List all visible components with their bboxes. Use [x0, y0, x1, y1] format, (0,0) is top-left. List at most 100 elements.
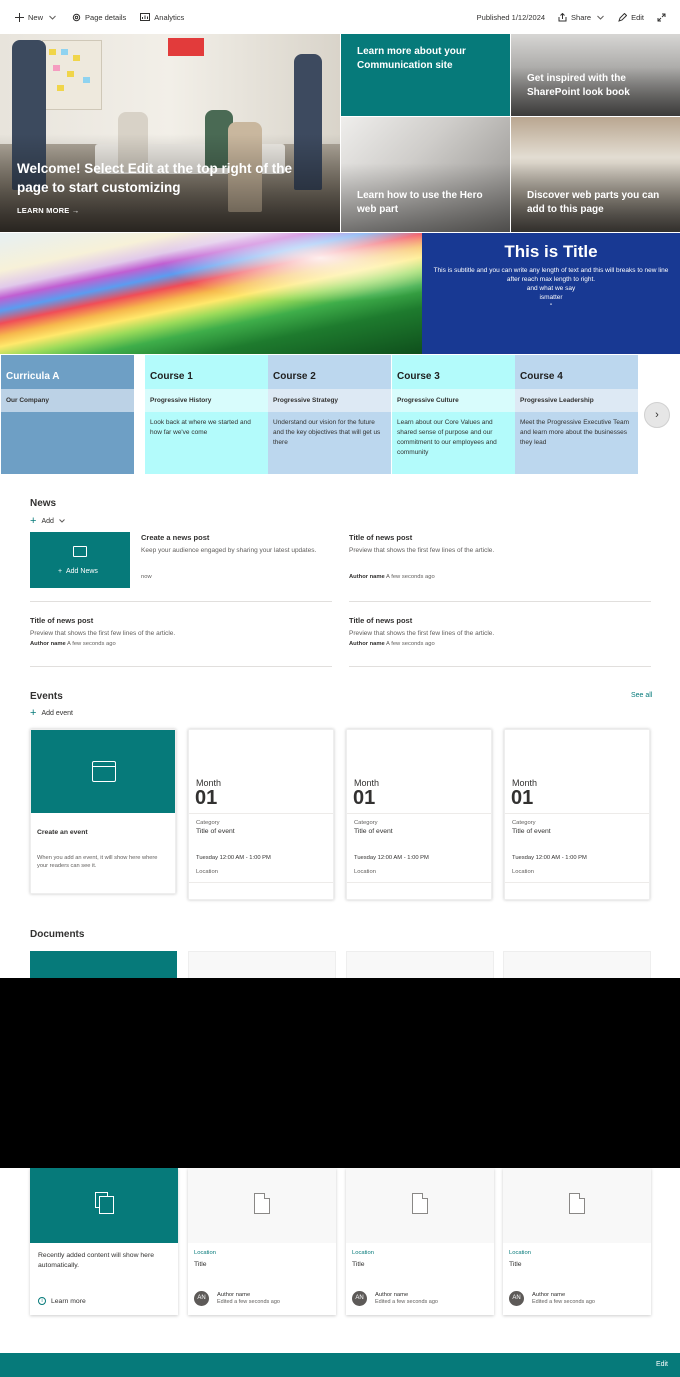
document-location[interactable]: Location [352, 1250, 374, 1256]
create-event-card[interactable]: Create an event When you add an event, i… [30, 729, 176, 894]
divider [30, 666, 332, 667]
event-title: Title of event [196, 828, 235, 835]
documents-icon [95, 1192, 114, 1214]
event-card[interactable]: Month 01 Category Title of event Tuesday… [346, 729, 492, 900]
news-title: Title of news post [349, 533, 413, 542]
edit-label: Edit [631, 12, 644, 22]
curricula-company: Our Company [1, 389, 134, 412]
add-news-label: Add News [65, 568, 98, 575]
hero-tile-label: Learn more about your Communication site [357, 46, 466, 71]
news-description: Preview that shows the first few lines o… [30, 630, 176, 637]
share-button[interactable]: Share [557, 12, 605, 22]
event-location: Location [354, 869, 376, 875]
course-card[interactable]: Course 4 Progressive Leadership Meet the… [515, 355, 638, 474]
document-location[interactable]: Location [194, 1250, 216, 1256]
event-category: Category [196, 820, 220, 826]
news-time: A few seconds ago [67, 641, 116, 647]
footer-edit-button[interactable]: Edit [656, 1361, 668, 1368]
event-time: Tuesday 12:00 AM - 1:00 PM [512, 855, 587, 861]
divider [349, 601, 651, 602]
redacted-area [0, 978, 680, 1168]
share-icon [557, 12, 567, 22]
chevron-down-icon [595, 12, 605, 22]
carousel-next-button[interactable]: › [644, 402, 670, 428]
news-post[interactable]: Title of news post Preview that shows th… [349, 616, 649, 647]
add-news-tile[interactable]: + Add News [30, 532, 130, 588]
banner-subtitle-line2: and what we say [526, 285, 576, 292]
course-title: Course 4 [520, 371, 563, 382]
document-card-top [188, 951, 336, 979]
events-see-all-link[interactable]: See all [631, 692, 652, 699]
hero-image-board [42, 40, 102, 110]
plus-icon: + [30, 707, 37, 719]
plus-icon: + [30, 515, 37, 527]
course-card[interactable]: Course 3 Progressive Culture Learn about… [392, 355, 515, 474]
event-day: 01 [195, 787, 218, 809]
divider [349, 666, 651, 667]
hero-main-tile[interactable]: Welcome! Select Edit at the top right of… [0, 34, 340, 232]
news-post[interactable]: Title of news post Preview that shows th… [30, 616, 330, 647]
hero-tile-label: Learn how to use the Hero web part [357, 190, 483, 215]
news-author: Author name [349, 574, 385, 580]
hero-tile-label: Discover web parts you can add to this p… [527, 190, 660, 215]
document-author: Author name [532, 1292, 566, 1298]
plus-icon [14, 12, 24, 22]
document-card-top [30, 951, 177, 979]
hero-tile-webparts[interactable]: Discover web parts you can add to this p… [511, 117, 680, 232]
news-title: Title of news post [349, 616, 413, 625]
event-card[interactable]: Month 01 Category Title of event Tuesday… [504, 729, 650, 900]
documents-recent-text: Recently added content will show here au… [38, 1252, 154, 1269]
expand-button[interactable] [656, 12, 666, 22]
news-add-button[interactable]: + Add [30, 515, 65, 527]
hero-image-lamp [168, 38, 204, 56]
create-news-post[interactable]: Create a news post Keep your audience en… [141, 533, 341, 580]
documents-learn-more-link[interactable]: i Learn more [38, 1297, 86, 1305]
gear-icon [71, 12, 81, 22]
share-label: Share [571, 12, 592, 22]
news-time: A few seconds ago [386, 574, 435, 580]
news-description: Keep your audience engaged by sharing yo… [141, 547, 317, 554]
hero-tile-hero-webpart[interactable]: Learn how to use the Hero web part [341, 117, 510, 232]
document-card[interactable]: Location Title AN Author name Edited a f… [346, 1168, 494, 1315]
new-button[interactable]: New [14, 12, 57, 22]
command-bar: New Page details Analytics Published 1/1… [0, 0, 680, 34]
divider [30, 601, 332, 602]
calendar-icon [92, 761, 116, 782]
analytics-button[interactable]: Analytics [140, 12, 184, 22]
published-status: Published 1/12/2024 [477, 13, 545, 22]
add-event-button[interactable]: + Add event [30, 707, 73, 719]
course-title: Course 3 [397, 371, 440, 382]
hero-tile-communication[interactable]: Learn more about your Communication site [341, 34, 510, 116]
curricula-carousel: Curricula A Our Company Course 1 Progres… [0, 355, 680, 474]
document-card[interactable]: Location Title AN Author name Edited a f… [503, 1168, 651, 1315]
add-news-link[interactable]: + Add News [58, 568, 98, 575]
course-card[interactable]: Course 2 Progressive Strategy Understand… [268, 355, 391, 474]
banner-image [0, 233, 422, 354]
add-event-label: Add event [41, 709, 73, 717]
event-category: Category [354, 820, 378, 826]
news-section-title: News [30, 498, 57, 509]
page-details-button[interactable]: Page details [71, 12, 126, 22]
document-location[interactable]: Location [509, 1250, 531, 1256]
event-title: Title of event [354, 828, 393, 835]
event-day: 01 [511, 787, 534, 809]
avatar: AN [352, 1291, 367, 1306]
course-description: Look back at where we started and how fa… [150, 419, 251, 436]
title-banner: This is Title This is subtitle and you c… [0, 233, 680, 354]
banner-subtitle-line1: This is subtitle and you can write any l… [433, 267, 669, 283]
news-description: Preview that shows the first few lines o… [349, 630, 495, 637]
events-section-title: Events [30, 691, 63, 702]
hero-learn-more-link[interactable]: LEARN MORE → [17, 206, 79, 215]
news-title: Title of news post [30, 616, 94, 625]
banner-subtitle-line4: '' [549, 303, 553, 310]
course-card[interactable]: Course 1 Progressive History Look back a… [145, 355, 268, 474]
event-time: Tuesday 12:00 AM - 1:00 PM [354, 855, 429, 861]
event-card[interactable]: Month 01 Category Title of event Tuesday… [188, 729, 334, 900]
news-author: Author name [30, 641, 66, 647]
chevron-down-icon [59, 518, 65, 525]
documents-section-title: Documents [30, 929, 85, 940]
hero-tile-lookbook[interactable]: Get inspired with the SharePoint look bo… [511, 34, 680, 116]
edit-button[interactable]: Edit [617, 12, 644, 22]
news-post[interactable]: Title of news post Preview that shows th… [349, 533, 649, 580]
document-card[interactable]: Location Title AN Author name Edited a f… [188, 1168, 336, 1315]
